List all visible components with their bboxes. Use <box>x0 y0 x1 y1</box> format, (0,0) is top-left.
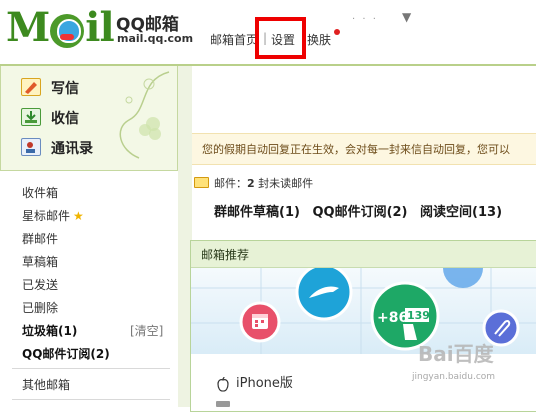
account-dots: · · · <box>352 14 378 25</box>
bird-icon[interactable] <box>295 268 353 321</box>
sidebar-item-subscriptions[interactable]: QQ邮件订阅(2) <box>22 345 110 362</box>
envelope-icon <box>194 177 209 188</box>
penguin-icon <box>50 14 85 48</box>
unread-count[interactable]: 2 <box>247 177 255 190</box>
iphone-label: iPhone版 <box>236 376 293 391</box>
sidebar-item-group-mail[interactable]: 群邮件 <box>22 230 58 247</box>
badge-number: 139 <box>407 309 430 322</box>
group-drafts-link[interactable]: 群邮件草稿(1) <box>214 205 300 220</box>
sidebar-item-other-mailboxes[interactable]: 其他邮箱 <box>22 376 70 393</box>
apple-icon <box>217 376 229 392</box>
sidebar-item-inbox[interactable]: 收件箱 <box>22 184 58 201</box>
receive-button[interactable]: 收信 <box>15 104 175 132</box>
contacts-button[interactable]: 通讯录 <box>15 134 175 162</box>
nav-skin-link[interactable]: 换肤 <box>307 31 331 48</box>
sidebar-item-drafts[interactable]: 草稿箱 <box>22 253 58 270</box>
sidebar-actions: 写信 收信 通讯录 <box>0 66 178 171</box>
compose-label: 写信 <box>51 81 79 97</box>
recommend-title: 邮箱推荐 <box>201 248 250 262</box>
receive-label: 收信 <box>51 111 79 127</box>
baidu-watermark: Bai百度 <box>418 342 494 366</box>
sidebar-item-spam[interactable]: 垃圾箱(1) <box>22 322 77 339</box>
calendar-icon[interactable] <box>239 301 281 343</box>
compose-button[interactable]: 写信 <box>15 74 175 102</box>
sidebar-item-deleted[interactable]: 已删除 <box>22 299 58 316</box>
quick-links: 群邮件草稿(1) QQ邮件订阅(2) 阅读空间(13) <box>214 201 510 220</box>
sidebar-divider <box>12 368 170 369</box>
compose-icon <box>21 78 41 96</box>
sidebar-item-starred[interactable]: 星标邮件 ★ <box>22 207 84 224</box>
partial-icon <box>216 401 230 407</box>
vacation-notice-text: 您的假期自动回复正在生效，会对每一封来信自动回复，您可以 <box>202 143 510 156</box>
contacts-label: 通讯录 <box>51 141 93 157</box>
sidebar-item-sent[interactable]: 已发送 <box>22 276 58 293</box>
unread-label: 邮件： <box>214 177 247 190</box>
settings-highlight-box <box>255 17 306 59</box>
unread-summary: 邮件：2 封未读邮件 <box>214 175 313 191</box>
empty-spam-link[interactable]: [清空] <box>130 322 163 339</box>
reading-space-link[interactable]: 阅读空间(13) <box>420 205 502 220</box>
badge-text: +86 <box>377 310 408 326</box>
qqmail-logo[interactable]: Mil <box>6 4 115 52</box>
inbox-download-icon <box>21 108 41 126</box>
subscriptions-link[interactable]: QQ邮件订阅(2) <box>312 205 407 220</box>
iphone-app-link[interactable]: iPhone版 <box>216 372 293 392</box>
baidu-watermark-url: jingyan.baidu.com <box>412 372 496 382</box>
header-bar: Mil QQ邮箱 mail.qq.com 邮箱首页 | 设置 换肤 · · · … <box>0 0 536 64</box>
unread-suffix: 封未读邮件 <box>254 177 314 190</box>
brand-url: mail.qq.com <box>117 32 194 45</box>
nav-mail-home-link[interactable]: 邮箱首页 <box>210 31 258 48</box>
sidebar-item-label: 星标邮件 <box>22 209 71 223</box>
sidebar-divider <box>12 399 170 400</box>
chevron-down-icon[interactable]: ▼ <box>402 10 411 24</box>
new-indicator-dot <box>334 29 340 35</box>
contacts-icon <box>21 138 41 156</box>
partial-icon <box>443 268 483 288</box>
star-icon: ★ <box>73 209 84 223</box>
